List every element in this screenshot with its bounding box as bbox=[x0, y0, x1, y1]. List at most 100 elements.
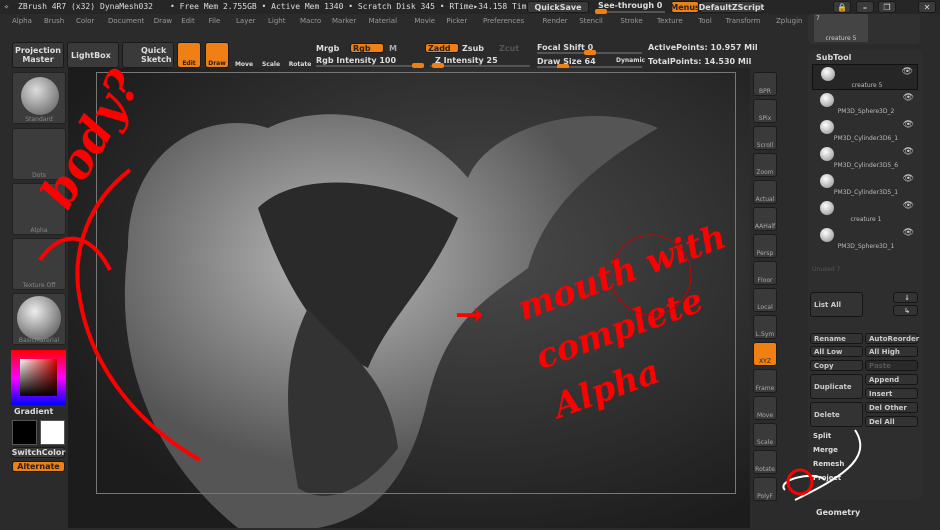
switchcolor-button[interactable]: SwitchColor bbox=[12, 447, 65, 458]
scale-button[interactable]: Scale bbox=[259, 42, 283, 68]
copy-button[interactable]: Copy bbox=[810, 360, 863, 371]
aahalf-button[interactable]: AAHalf bbox=[753, 207, 777, 231]
menu-edit[interactable]: Edit bbox=[181, 17, 195, 25]
rename-button[interactable]: Rename bbox=[810, 333, 863, 344]
menu-light[interactable]: Light bbox=[268, 17, 285, 25]
menu-material[interactable]: Material bbox=[369, 17, 397, 25]
all-high-button[interactable]: All High bbox=[865, 346, 918, 357]
menu-stroke[interactable]: Stroke bbox=[620, 17, 642, 25]
zsub-button[interactable]: Zsub bbox=[462, 44, 484, 53]
xyz-button[interactable]: XYZ bbox=[753, 342, 777, 366]
menu-draw[interactable]: Draw bbox=[154, 17, 172, 25]
quicksave-button[interactable]: QuickSave bbox=[527, 1, 589, 13]
edit-button[interactable]: Edit bbox=[177, 42, 201, 68]
menu-alpha[interactable]: Alpha bbox=[12, 17, 32, 25]
eye-icon[interactable]: 👁 bbox=[902, 67, 913, 77]
insert-button[interactable]: Insert bbox=[865, 388, 918, 399]
menu-render[interactable]: Render bbox=[543, 17, 568, 25]
app-title: ZBrush 4R7 (x32) bbox=[18, 2, 96, 11]
append-button[interactable]: Append bbox=[865, 374, 918, 385]
eye-icon[interactable]: 👁 bbox=[903, 120, 914, 130]
autoreorder-button[interactable]: AutoReorder bbox=[865, 333, 919, 344]
eye-icon[interactable]: 👁 bbox=[903, 147, 914, 157]
subtool-name: PM3D_Cylinder3D6_1 bbox=[833, 135, 899, 142]
menus-toggle[interactable]: Menus bbox=[670, 1, 700, 13]
move-button[interactable]: Move bbox=[753, 396, 777, 420]
minimize-icon[interactable]: – bbox=[856, 1, 874, 13]
restore-icon[interactable]: ❐ bbox=[878, 1, 896, 13]
menu-file[interactable]: File bbox=[209, 17, 221, 25]
lock-icon[interactable]: 🔒 bbox=[833, 1, 851, 13]
menu-texture[interactable]: Texture bbox=[657, 17, 683, 25]
menu-preferences[interactable]: Preferences bbox=[483, 17, 524, 25]
main-color-swatch[interactable] bbox=[12, 420, 37, 445]
frame-button[interactable]: Frame bbox=[753, 369, 777, 393]
menu-layer[interactable]: Layer bbox=[236, 17, 256, 25]
all-low-button[interactable]: All Low bbox=[810, 346, 863, 357]
menu-tool[interactable]: Tool bbox=[698, 17, 712, 25]
menu-document[interactable]: Document bbox=[108, 17, 144, 25]
menu-macro[interactable]: Macro bbox=[300, 17, 321, 25]
mrgb-button[interactable]: Mrgb bbox=[316, 44, 339, 53]
spix-button[interactable]: SPix bbox=[753, 99, 777, 123]
color-picker[interactable] bbox=[11, 350, 66, 405]
subtool-item[interactable]: 👁 creature 5 bbox=[812, 64, 918, 90]
z-intensity-slider[interactable] bbox=[430, 63, 530, 68]
subtool-item[interactable]: 👁 PM3D_Sphere3D_2 bbox=[812, 91, 918, 117]
rgb-button[interactable]: Rgb bbox=[350, 43, 384, 53]
draw-button[interactable]: Draw bbox=[205, 42, 229, 68]
rotate-button[interactable]: Rotate bbox=[287, 42, 313, 68]
eye-icon[interactable]: 👁 bbox=[903, 201, 914, 211]
menu-marker[interactable]: Marker bbox=[332, 17, 356, 25]
persp-button[interactable]: Persp bbox=[753, 234, 777, 258]
brush-thumbnail[interactable]: Standard bbox=[12, 72, 66, 124]
alternate-button[interactable]: Alternate bbox=[12, 461, 65, 472]
duplicate-button[interactable]: Duplicate bbox=[810, 374, 863, 399]
projection-master-button[interactable]: Projection Master bbox=[12, 42, 64, 68]
menu-picker[interactable]: Picker bbox=[446, 17, 467, 25]
focal-shift-slider[interactable] bbox=[537, 50, 642, 55]
quick-sketch-button[interactable]: Quick Sketch bbox=[122, 42, 174, 68]
tool-thumbnail-creature-5[interactable]: 7 creature 5 bbox=[814, 14, 868, 42]
del-other-button[interactable]: Del Other bbox=[865, 402, 918, 413]
zcut-button[interactable]: Zcut bbox=[499, 44, 519, 53]
move-button[interactable]: Move bbox=[232, 42, 256, 68]
move-bottom-icon[interactable]: ↳ bbox=[893, 305, 918, 316]
rgb-intensity-slider[interactable] bbox=[316, 63, 424, 68]
default-zscript-button[interactable]: DefaultZScript bbox=[699, 1, 764, 13]
texture-thumbnail[interactable]: Texture Off bbox=[12, 238, 66, 290]
l-sym-button[interactable]: L.Sym bbox=[753, 315, 777, 339]
close-icon[interactable]: ✕ bbox=[918, 1, 936, 13]
eye-icon[interactable]: 👁 bbox=[903, 228, 914, 238]
menu-brush[interactable]: Brush bbox=[44, 17, 64, 25]
scroll-button[interactable]: Scroll bbox=[753, 126, 777, 150]
material-thumbnail[interactable]: BasicMaterial bbox=[12, 293, 66, 345]
eye-icon[interactable]: 👁 bbox=[903, 93, 914, 103]
menu-stencil[interactable]: Stencil bbox=[579, 17, 603, 25]
subtool-item[interactable]: 👁 creature 1 bbox=[812, 199, 918, 225]
dynamic-button[interactable]: Dynamic bbox=[616, 57, 645, 64]
subtool-item[interactable]: 👁 PM3D_Cylinder3D5_6 bbox=[812, 145, 918, 171]
zoom-button[interactable]: Zoom bbox=[753, 153, 777, 177]
list-all-button[interactable]: List All bbox=[810, 292, 863, 317]
gradient-button[interactable]: Gradient bbox=[14, 407, 53, 416]
subtool-item[interactable]: 👁 PM3D_Cylinder3D6_1 bbox=[812, 118, 918, 144]
bpr-button[interactable]: BPR bbox=[753, 72, 777, 96]
subtool-item[interactable]: 👁 PM3D_Cylinder3D5_1 bbox=[812, 172, 918, 198]
eye-icon[interactable]: 👁 bbox=[903, 174, 914, 184]
zadd-button[interactable]: Zadd bbox=[425, 43, 459, 53]
floor-button[interactable]: Floor bbox=[753, 261, 777, 285]
secondary-color-swatch[interactable] bbox=[40, 420, 65, 445]
menu-transform[interactable]: Transform bbox=[726, 17, 761, 25]
m-button[interactable]: M bbox=[389, 44, 397, 53]
menu-color[interactable]: Color bbox=[76, 17, 94, 25]
menu-zplugin[interactable]: Zplugin bbox=[776, 17, 802, 25]
see-through-slider[interactable] bbox=[595, 9, 665, 14]
paste-button[interactable]: Paste bbox=[865, 360, 918, 371]
subtool-item[interactable]: 👁 PM3D_Sphere3D_1 bbox=[812, 226, 918, 252]
actual-button[interactable]: Actual bbox=[753, 180, 777, 204]
menu-movie[interactable]: Movie bbox=[414, 17, 435, 25]
local-button[interactable]: Local bbox=[753, 288, 777, 312]
see-through-label: See-through 0 bbox=[598, 1, 663, 10]
move-down-icon[interactable]: ↓ bbox=[893, 292, 918, 303]
